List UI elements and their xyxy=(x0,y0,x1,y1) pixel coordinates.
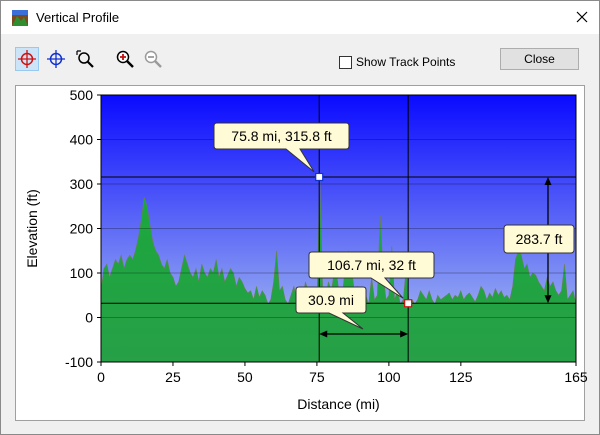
x-tick-label: 165 xyxy=(564,369,588,385)
y-tick-label: 100 xyxy=(70,265,94,281)
point2-label: 106.7 mi, 32 ft xyxy=(327,257,416,273)
x-tick-label: 125 xyxy=(449,369,473,385)
point1-label: 75.8 mi, 315.8 ft xyxy=(231,128,332,144)
vertical-profile-window: Vertical Profile Show Track Points Close… xyxy=(0,0,600,435)
x-tick-label: 100 xyxy=(377,369,401,385)
y-axis-ticks: 500 400 300 200 100 0 -100 xyxy=(65,87,101,370)
y-tick-label: 300 xyxy=(70,176,94,192)
x-axis-label: Distance (mi) xyxy=(297,396,379,412)
y-tick-label: 0 xyxy=(85,310,93,326)
y-tick-label: 400 xyxy=(70,132,94,148)
x-tick-label: 25 xyxy=(165,369,181,385)
y-tick-label: 500 xyxy=(70,87,94,103)
point2-marker xyxy=(404,299,413,308)
x-tick-label: 0 xyxy=(97,369,105,385)
point1-marker xyxy=(315,172,324,182)
x-axis-ticks: 0 25 50 75 100 125 165 xyxy=(97,362,588,385)
x-tick-label: 75 xyxy=(309,369,325,385)
dx-label: 30.9 mi xyxy=(308,292,354,308)
y-tick-label: 200 xyxy=(70,221,94,237)
elevation-profile-chart[interactable]: 0 25 50 75 100 125 165 5004003002001000-100 Di… xyxy=(1,1,599,434)
x-tick-label: 50 xyxy=(237,369,253,385)
dy-label: 283.7 ft xyxy=(516,231,563,247)
y-axis-label: Elevation (ft) xyxy=(24,189,40,268)
dy-callout: 283.7 ft xyxy=(503,224,575,254)
y-tick-label: -100 xyxy=(65,354,93,370)
